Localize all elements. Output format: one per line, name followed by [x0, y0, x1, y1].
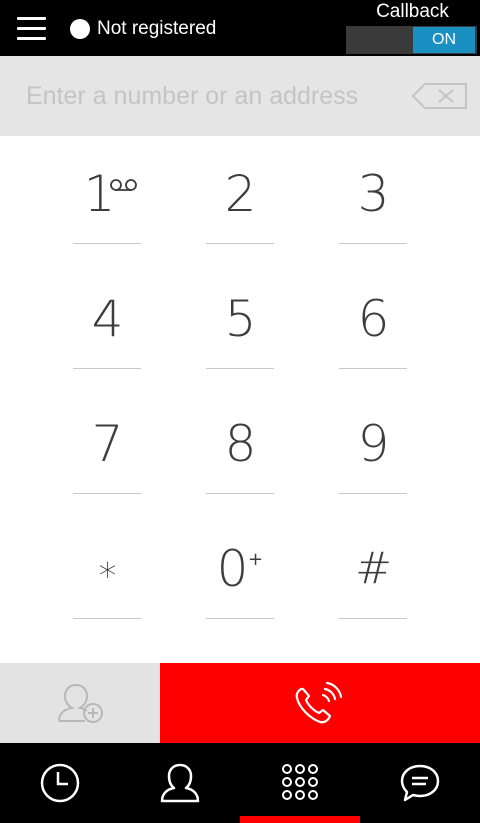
- phone-call-icon: [295, 681, 343, 724]
- key-9[interactable]: 9: [339, 386, 407, 494]
- key-digit: 4: [91, 290, 124, 348]
- key-digit: 6: [357, 290, 390, 348]
- key-digit: 1: [83, 165, 116, 223]
- key-digit: *: [98, 556, 117, 597]
- key-hash[interactable]: #: [339, 511, 407, 619]
- number-input-bar: [0, 56, 480, 136]
- key-underline: [339, 493, 407, 494]
- key-digit: 9: [357, 415, 390, 473]
- key-0[interactable]: 0 +: [206, 511, 274, 619]
- key-4[interactable]: 4: [73, 261, 141, 369]
- key-digit: 2: [224, 165, 257, 223]
- key-8[interactable]: 8: [206, 386, 274, 494]
- key-digit: 8: [224, 415, 257, 473]
- key-digit: #: [355, 543, 392, 594]
- registration-status-icon: [70, 19, 90, 39]
- key-2[interactable]: 2: [206, 136, 274, 244]
- key-underline: [206, 493, 274, 494]
- key-underline: [206, 618, 274, 619]
- key-digit: 5: [224, 290, 257, 348]
- key-underline: [206, 368, 274, 369]
- key-1[interactable]: 1: [73, 136, 141, 244]
- key-underline: [339, 243, 407, 244]
- key-digit: 7: [91, 415, 124, 473]
- voicemail-icon: [110, 179, 137, 191]
- dialpad-icon: [282, 764, 318, 800]
- key-underline: [73, 493, 141, 494]
- nav-dialpad[interactable]: [240, 743, 360, 823]
- key-7[interactable]: 7: [73, 386, 141, 494]
- action-bar: [0, 663, 480, 743]
- callback-toggle-state: ON: [413, 27, 475, 53]
- add-contact-button[interactable]: [0, 663, 160, 743]
- dial-keypad: 1 2 3 4 5 6 7 8 9 * 0 + #: [0, 136, 480, 663]
- bottom-navigation: [0, 743, 480, 823]
- hamburger-menu-icon[interactable]: [17, 15, 47, 43]
- number-address-input[interactable]: [26, 76, 406, 116]
- call-button[interactable]: [160, 663, 480, 743]
- chat-icon: [400, 764, 440, 802]
- key-3[interactable]: 3: [339, 136, 407, 244]
- key-underline: [206, 243, 274, 244]
- key-6[interactable]: 6: [339, 261, 407, 369]
- nav-history[interactable]: [0, 743, 120, 823]
- key-star[interactable]: *: [73, 511, 141, 619]
- add-contact-icon: [58, 683, 103, 723]
- key-underline: [339, 368, 407, 369]
- plus-superscript: +: [248, 549, 264, 570]
- registration-status-text: Not registered: [97, 18, 217, 39]
- key-underline: [73, 243, 141, 244]
- top-bar: Not registered Callback ON: [0, 0, 480, 56]
- callback-toggle[interactable]: ON: [346, 26, 477, 54]
- key-5[interactable]: 5: [206, 261, 274, 369]
- nav-contacts[interactable]: [120, 743, 240, 823]
- contacts-icon: [160, 763, 200, 803]
- key-underline: [73, 618, 141, 619]
- active-tab-indicator: [240, 816, 360, 823]
- key-underline: [73, 368, 141, 369]
- callback-label: Callback: [376, 1, 449, 22]
- key-underline: [339, 618, 407, 619]
- history-icon: [40, 763, 80, 803]
- key-digit: 3: [357, 165, 390, 223]
- backspace-icon[interactable]: [411, 81, 469, 111]
- nav-chat[interactable]: [360, 743, 480, 823]
